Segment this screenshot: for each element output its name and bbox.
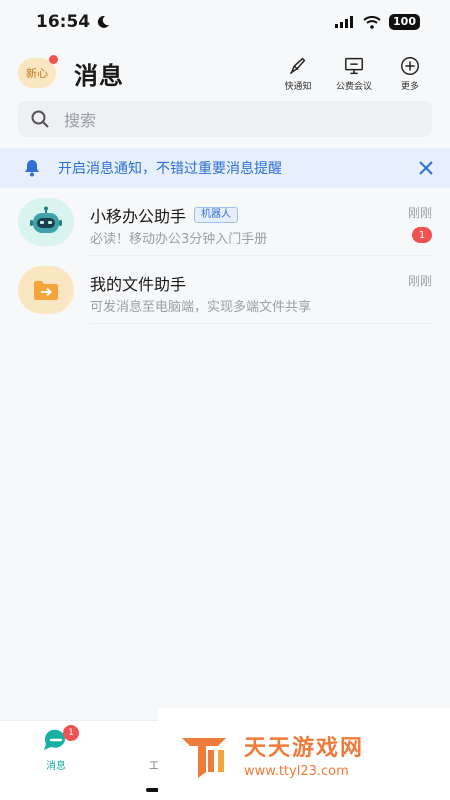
chat-item-office-assistant[interactable]: 小移办公助手 机器人 必读！移动办公3分钟入门手册 刚刚 1 [0,188,450,256]
tab-messages[interactable]: 1 消息 [26,725,86,772]
rocket-icon [289,57,306,74]
unread-badge: 1 [412,227,432,243]
page-title: 消息 [74,61,124,90]
robot-icon [30,206,62,233]
close-banner-button[interactable] [416,158,436,178]
chat-time: 刚刚 [407,206,432,220]
notification-banner-text: 开启消息通知，不错过重要消息提醒 [58,161,282,177]
chat-preview: 可发消息至电脑端，实现多端文件共享 [90,300,312,315]
chat-body: 我的文件助手 可发消息至电脑端，实现多端文件共享 刚刚 [90,256,432,324]
quick-notify-button[interactable]: 快通知 [276,55,320,92]
watermark-title: 天天游戏网 [244,735,365,761]
tab-messages-badge: 1 [63,725,79,741]
meeting-button[interactable]: 公费会议 [332,55,376,92]
status-time: 16:54 [36,12,110,32]
chat-time: 刚刚 [407,274,432,288]
chat-preview: 必读！移动办公3分钟入门手册 [90,232,268,247]
watermark-text: 天天游戏网 www.ttyl23.com [244,730,364,779]
meeting-label: 公费会议 [335,81,372,92]
search-placeholder: 搜索 [64,111,97,130]
quick-notify-label: 快通知 [284,81,312,92]
meeting-screen-icon [345,57,363,74]
more-label: 更多 [400,81,419,92]
header-actions: 快通知 公费会议 更多 [276,55,432,92]
robot-tag: 机器人 [194,207,239,223]
user-avatar[interactable]: 新心 [18,55,58,88]
chat-name: 我的文件助手 [90,271,186,295]
status-bar: 16:54 100 [0,0,450,44]
bell-icon [25,160,39,177]
avatar-red-dot [49,55,58,64]
tab-messages-icon-wrap: 1 [41,725,79,753]
watermark-url: www.ttyl23.com [244,763,349,779]
wifi-icon [363,15,381,29]
folder-transfer-icon [34,281,58,300]
file-assistant-avatar [18,266,74,314]
signal-icon [335,16,354,28]
notification-banner[interactable]: 开启消息通知，不错过重要消息提醒 [0,148,450,188]
status-indicators: 100 [335,14,420,30]
chat-name: 小移办公助手 机器人 [90,203,239,227]
chat-list: 小移办公助手 机器人 必读！移动办公3分钟入门手册 刚刚 1 我的文件助手 可发… [0,188,450,324]
search-input[interactable]: 搜索 [18,101,432,137]
plus-circle-icon [401,56,419,75]
chat-name-text: 我的文件助手 [90,275,187,294]
more-button[interactable]: 更多 [388,55,432,92]
robot-avatar [18,198,74,246]
search-icon [31,110,49,128]
close-icon [419,161,433,175]
avatar-text: 新心 [26,67,48,80]
clock: 16:54 [36,12,91,32]
chat-name-text: 小移办公助手 [90,207,187,226]
tab-messages-label: 消息 [46,761,66,772]
chat-body: 小移办公助手 机器人 必读！移动办公3分钟入门手册 刚刚 1 [90,188,432,256]
site-watermark: 天天游戏网 www.ttyl23.com [158,708,450,800]
page-header: 新心 消息 快通知 公费会议 更多 [0,50,450,96]
moon-icon [97,15,110,28]
watermark-logo-icon [182,738,226,778]
chat-item-file-assistant[interactable]: 我的文件助手 可发消息至电脑端，实现多端文件共享 刚刚 [0,256,450,324]
battery-indicator: 100 [389,14,420,30]
